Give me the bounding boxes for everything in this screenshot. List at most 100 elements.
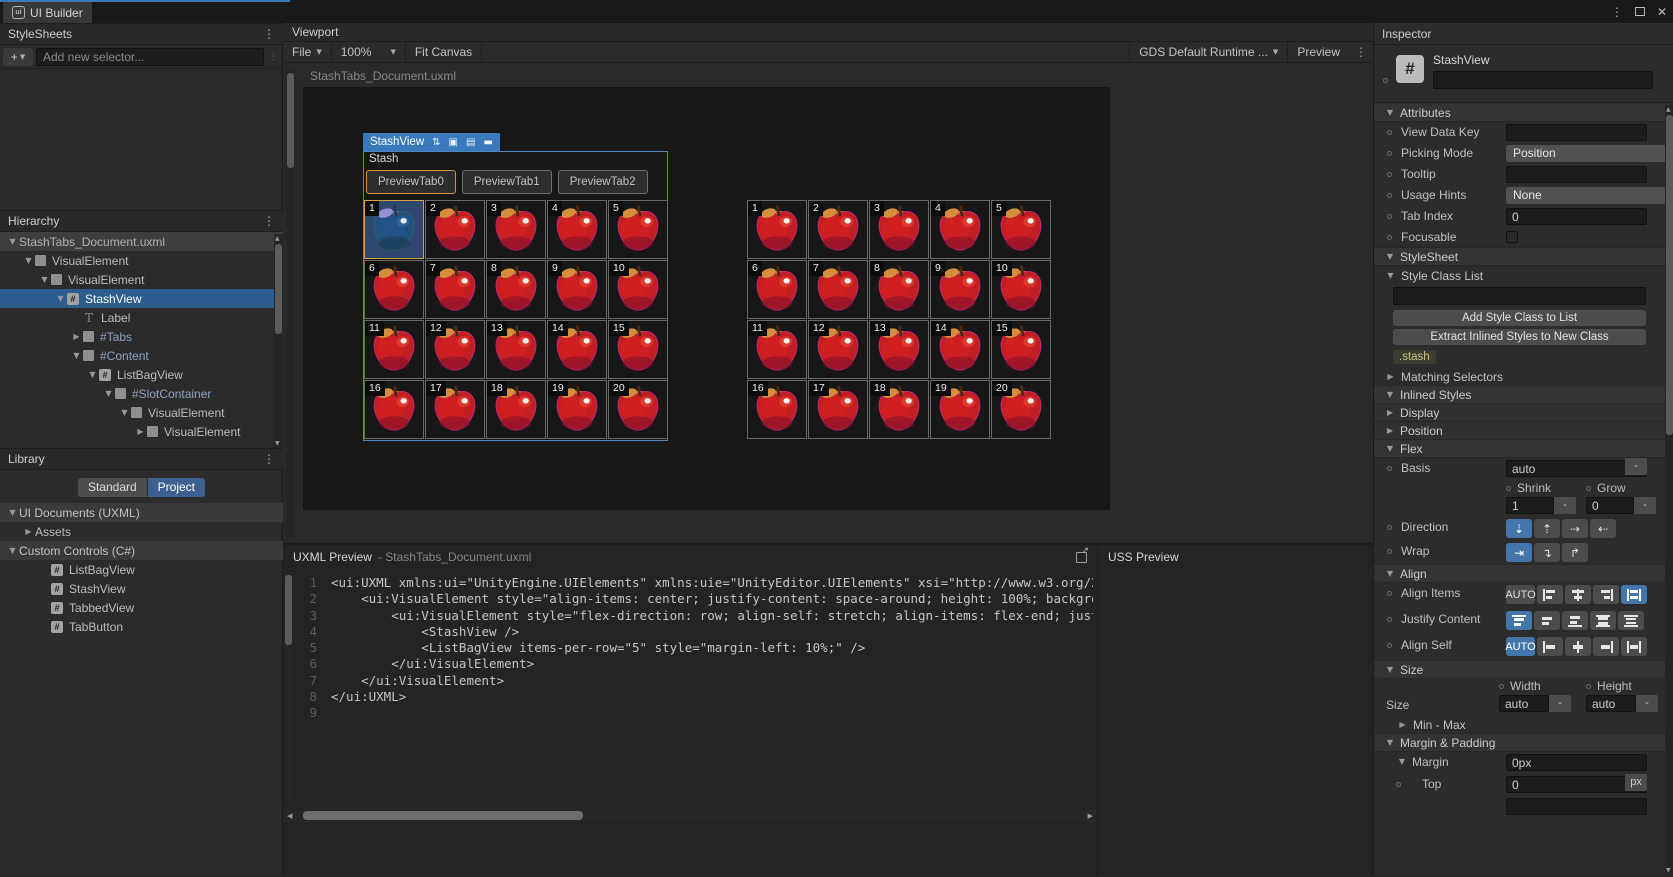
hierarchy-menu-icon[interactable]: ⋮ [263,214,275,228]
section-position[interactable]: ▶ Position [1374,421,1665,440]
viewport-vertical-scrollbar[interactable] [286,69,295,539]
stash-tab-previewtab0[interactable]: PreviewTab0 [366,170,456,194]
tree-row-label[interactable]: T Label [0,308,283,327]
justify-space-between-button[interactable] [1590,611,1616,630]
tree-row-visualelement[interactable]: ▶ VisualElement [0,422,283,441]
slot-cell-12[interactable]: 12 [808,320,868,379]
stashview-selection-header[interactable]: StashView ⇅ ▣ ▤ ▬ [363,133,500,151]
viewport-menu-icon[interactable]: ⋮ [1349,42,1373,62]
flex-basis-unit-dropdown[interactable]: - [1625,458,1647,475]
tree-row-tabbutton[interactable]: # TabButton [0,617,283,636]
collapse-arrow-icon[interactable]: ▼ [70,351,83,360]
selector-options-icon[interactable]: ⋮ [269,52,278,62]
section-inlined-styles[interactable]: ▼ Inlined Styles [1374,385,1665,404]
collapse-arrow-icon[interactable]: ▼ [86,370,99,379]
tree-row-stashview[interactable]: # StashView [0,579,283,598]
align-self-stretch-button[interactable] [1621,637,1647,656]
slot-cell-13[interactable]: 13 [486,320,546,379]
section-margin-padding[interactable]: ▼ Margin & Padding [1374,733,1665,752]
collapse-arrow-icon[interactable]: ▼ [6,237,19,246]
tab-index-input[interactable]: 0 [1506,208,1647,225]
tree-row-listbagview[interactable]: # ListBagView [0,560,283,579]
library-menu-icon[interactable]: ⋮ [263,452,275,466]
slot-cell-17[interactable]: 17 [808,380,868,439]
align-self-center-button[interactable] [1565,637,1591,656]
slot-cell-6[interactable]: 6 [364,260,424,319]
scrollbar-thumb[interactable] [303,811,583,820]
direction-row-reverse-button[interactable]: ⇠ [1590,519,1616,538]
slot-cell-20[interactable]: 20 [991,380,1051,439]
add-selector-input[interactable] [36,47,264,66]
code-line[interactable]: 2 <ui:VisualElement style="align-items: … [289,591,1093,607]
wrap-nowrap-button[interactable]: ⇥ [1506,543,1532,562]
width-input[interactable]: auto [1499,695,1549,712]
stylesheets-menu-icon[interactable]: ⋮ [263,27,275,41]
section-align[interactable]: ▼ Align [1374,564,1665,583]
window-menu-icon[interactable]: ⋮ [1611,5,1623,19]
code-line[interactable]: 6 </ui:VisualElement> [289,656,1093,672]
slot-cell-8[interactable]: 8 [486,260,546,319]
slot-cell-3[interactable]: 3 [869,200,929,259]
stash-tab-previewtab1[interactable]: PreviewTab1 [461,170,552,194]
tree-row-assets[interactable]: ▶ Assets [0,522,283,541]
expand-arrow-icon[interactable]: ▶ [70,332,83,341]
slot-cell-11[interactable]: 11 [747,320,807,379]
tree-section-ui-documents-uxml-[interactable]: ▼ UI Documents (UXML) [0,503,283,522]
close-icon[interactable]: ✕ [1657,5,1667,19]
section-display[interactable]: ▶ Display [1374,403,1665,422]
anchor-horizontal-icon[interactable]: ▣ [449,137,458,148]
theme-dropdown[interactable]: GDS Default Runtime ... ▼ [1130,42,1287,62]
hierarchy-scrollbar[interactable]: ▲ ▼ [274,234,283,448]
collapse-arrow-icon[interactable]: ▼ [38,275,51,284]
code-line[interactable]: 3 <ui:VisualElement style="flex-directio… [289,608,1093,624]
usage-hints-dropdown[interactable]: None▼ [1506,187,1665,204]
library-tab-project[interactable]: Project [147,477,206,497]
slot-cell-18[interactable]: 18 [869,380,929,439]
flex-grow-input[interactable]: 0 [1586,497,1634,514]
stash-tab-previewtab2[interactable]: PreviewTab2 [557,170,648,194]
tree-row--slotcontainer[interactable]: ▼ #SlotContainer [0,384,283,403]
justify-flex-end-button[interactable] [1562,611,1588,630]
maximize-icon[interactable] [1634,7,1645,16]
tree-section-custom-controls-c-[interactable]: ▼ Custom Controls (C#) [0,541,283,560]
slot-cell-11[interactable]: 11 [364,320,424,379]
slot-cell-14[interactable]: 14 [930,320,990,379]
slot-cell-14[interactable]: 14 [547,320,607,379]
slot-cell-10[interactable]: 10 [991,260,1051,319]
align-self-auto-button[interactable]: AUTO [1505,637,1536,656]
collapse-arrow-icon[interactable]: ▼ [102,389,115,398]
slot-cell-5[interactable]: 5 [991,200,1051,259]
align-items-center-button[interactable] [1565,585,1591,604]
tree-row-tabbedview[interactable]: # TabbedView [0,598,283,617]
anchor-top-icon[interactable]: ▤ [466,137,475,148]
section-size[interactable]: ▼ Size [1374,660,1665,679]
align-items-auto-button[interactable]: AUTO [1505,585,1536,604]
uxml-horizontal-scrollbar[interactable]: ◀ ▶ [283,809,1097,822]
collapse-arrow-icon[interactable]: ▼ [22,256,35,265]
slot-cell-3[interactable]: 3 [486,200,546,259]
zoom-dropdown[interactable]: 100% ▼ [332,42,405,62]
preview-toggle-button[interactable]: Preview [1288,42,1349,62]
collapse-arrow-icon[interactable]: ▼ [118,408,131,417]
align-items-flex-end-button[interactable] [1593,585,1619,604]
margin-input[interactable]: 0px [1506,754,1647,771]
height-input[interactable]: auto [1586,695,1636,712]
wrap-wrap-button[interactable]: ↴ [1534,543,1560,562]
flex-shrink-unit-dropdown[interactable]: - [1554,497,1576,514]
library-tab-standard[interactable]: Standard [77,477,147,497]
code-line[interactable]: 7 </ui:VisualElement> [289,673,1093,689]
collapse-arrow-icon[interactable]: ▼ [54,294,67,303]
style-class-pill[interactable]: .stash [1393,350,1436,364]
code-line[interactable]: 4 <StashView /> [289,624,1093,640]
direction-column-button[interactable]: ⇣ [1506,519,1532,538]
margin-left-input[interactable] [1506,798,1647,815]
tree-row-stashtabs-document-uxml[interactable]: ▼ StashTabs_Document.uxml [0,232,283,251]
slot-cell-7[interactable]: 7 [808,260,868,319]
collapse-arrow-icon[interactable]: ▼ [6,546,19,555]
height-unit-dropdown[interactable]: - [1636,695,1658,712]
inspector-scrollbar[interactable]: ▲ ▼ [1665,105,1673,875]
code-line[interactable]: 1 <ui:UXML xmlns:ui="UnityEngine.UIElemen… [289,575,1093,591]
collapse-icon[interactable]: ▬ [483,137,492,148]
align-items-flex-start-button[interactable] [1537,585,1563,604]
slot-cell-16[interactable]: 16 [747,380,807,439]
